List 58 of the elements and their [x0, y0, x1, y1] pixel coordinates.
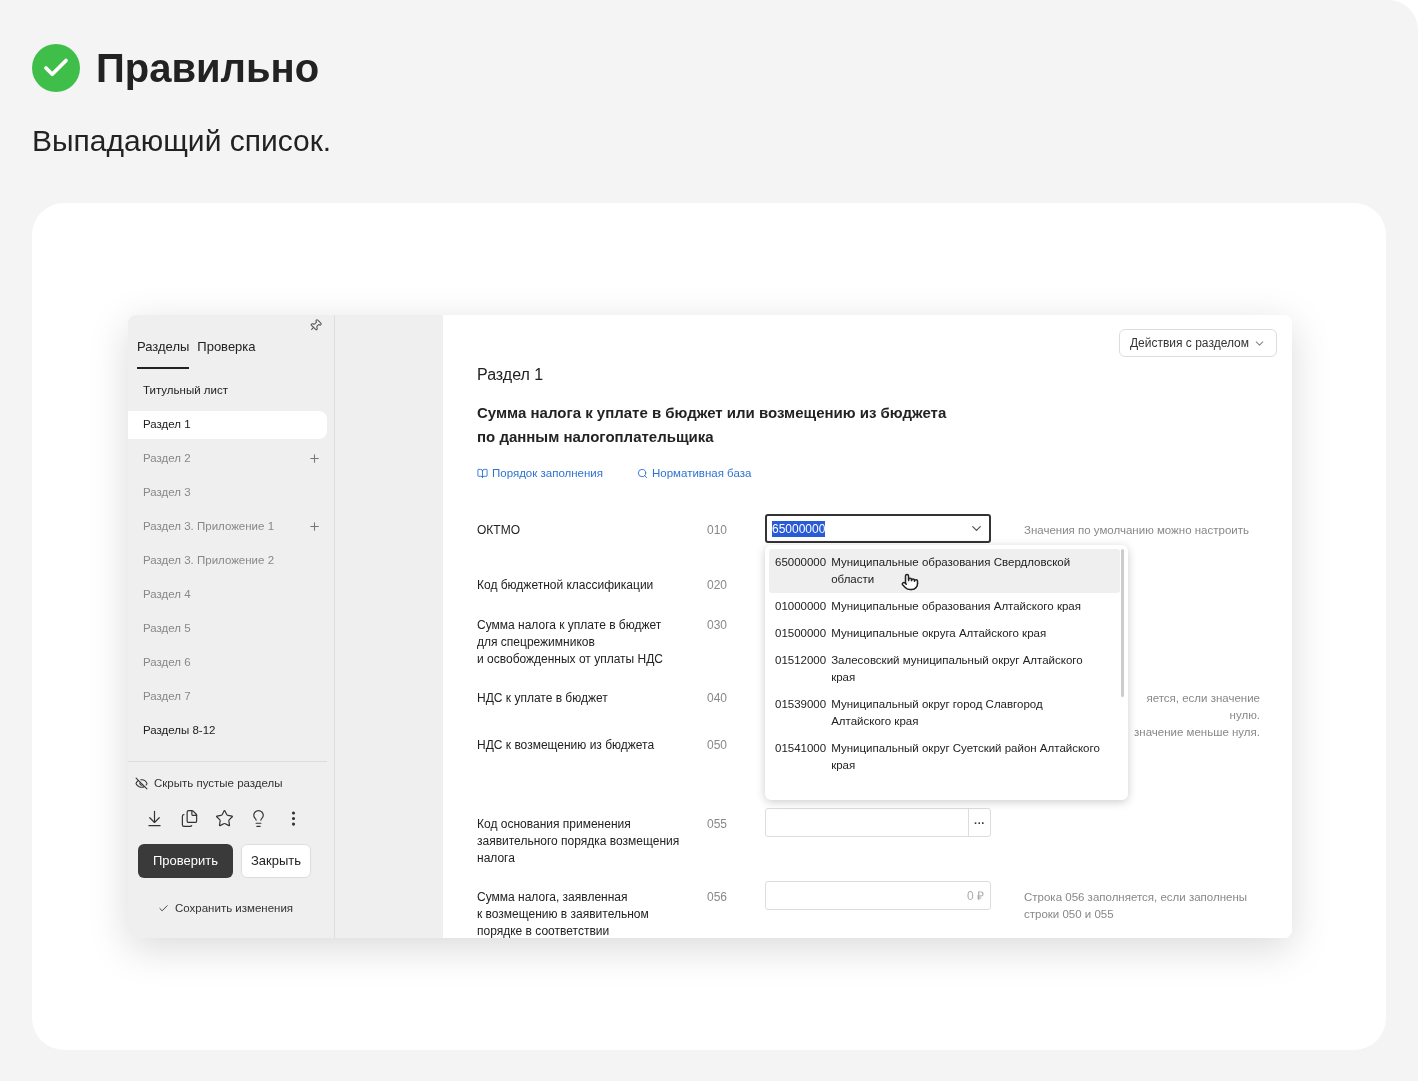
add-icon[interactable] — [308, 452, 321, 465]
download-icon[interactable] — [145, 808, 164, 828]
dropdown-option[interactable]: 01512000 Залесовский муниципальный округ Алтайского края — [769, 647, 1120, 692]
reference-link[interactable]: Нормативная база — [637, 465, 752, 483]
sidebar-tab[interactable]: Разделы — [137, 337, 190, 369]
dropdown-option[interactable]: 01500000 Муниципальные округа Алтайского края — [769, 620, 1120, 648]
check-icon — [158, 902, 169, 914]
reference-link[interactable]: Порядок заполнения — [477, 465, 603, 483]
book-icon — [477, 468, 488, 480]
hint-text: строки 050 и 055 — [1024, 907, 1115, 923]
check-button[interactable]: Проверить — [138, 843, 233, 878]
field-label: Код основания применения заявительного порядка возмещения налога — [477, 816, 681, 868]
hand-cursor-icon — [901, 573, 919, 592]
dropdown-option[interactable]: 01000000 Муниципальные образования Алтайского края — [769, 593, 1120, 621]
dropdown-option[interactable]: 01539000 Муниципальный округ город Славгород Алтайского края — [769, 691, 1120, 736]
hint-text: Значения по умолчанию можно настроить — [1024, 523, 1249, 539]
line-code: 055 — [707, 816, 729, 834]
more-button[interactable]: ··· — [968, 809, 990, 837]
sidebar-tab[interactable]: Проверка — [197, 337, 256, 369]
hint-text: значение меньше нуля. — [1134, 725, 1260, 741]
line-code: 056 — [707, 889, 729, 907]
section-name: Раздел 1 — [477, 365, 545, 385]
success-check-icon — [32, 44, 80, 92]
search-icon — [637, 468, 648, 480]
add-icon[interactable] — [308, 520, 321, 533]
hidden-eye-icon — [135, 776, 148, 790]
line-code: 050 — [707, 737, 729, 755]
section-title: Сумма налога к уплате в бюджет или возмещению из бюджета по данным налогоплательщика — [477, 403, 948, 447]
close-button[interactable]: Закрыть — [241, 843, 312, 878]
section-item[interactable]: Раздел 1 — [128, 410, 327, 439]
copy-icon[interactable] — [179, 808, 199, 828]
field-label: Сумма налога, заявленная к возмещению в заявительном порядке в соответствии — [477, 889, 650, 938]
line-code: 010 — [707, 522, 729, 540]
star-icon[interactable] — [214, 808, 234, 828]
heading: Правильно — [96, 45, 320, 92]
scrollbar[interactable] — [1121, 549, 1124, 698]
field-label: НДС к возмещению из бюджета — [477, 737, 656, 755]
field-label: НДС к уплате в бюджет — [477, 690, 609, 708]
amount-field[interactable]: 0 ₽ — [765, 881, 991, 911]
line-code: 020 — [707, 577, 729, 595]
line-code: 040 — [707, 690, 729, 708]
field-label: ОКТМО — [477, 522, 521, 540]
section-item[interactable]: Разделы 8-12 — [128, 716, 327, 745]
section-item[interactable]: Титульный лист — [128, 376, 327, 405]
subheading: Выпадающий список. — [32, 123, 333, 159]
hint-text: нулю. — [1229, 708, 1260, 724]
save-changes-link[interactable]: Сохранить изменения — [175, 899, 294, 917]
oktmo-select[interactable]: 65000000 — [765, 514, 991, 544]
dropdown-option[interactable]: 65000000 Муниципальные образования Свердловской области — [769, 549, 1120, 594]
hint-text: Строка 056 заполняется, если заполнены — [1024, 890, 1248, 906]
line-code: 030 — [707, 617, 729, 635]
dropdown-option[interactable]: 01541000 Муниципальный округ Суетский район Алтайского края — [769, 735, 1120, 780]
section-actions-button[interactable]: Действия с разделом — [1118, 329, 1277, 357]
hide-empty-toggle[interactable]: Скрыть пустые разделы — [154, 774, 283, 792]
code-field[interactable]: ··· — [765, 808, 991, 838]
hint-text: яется, если значение — [1146, 691, 1260, 707]
field-label: Код бюджетной классификации — [477, 577, 655, 595]
field-label: Сумма налога к уплате в бюджет для спецрежимников и освобожденных от уплаты НДС — [477, 617, 665, 669]
